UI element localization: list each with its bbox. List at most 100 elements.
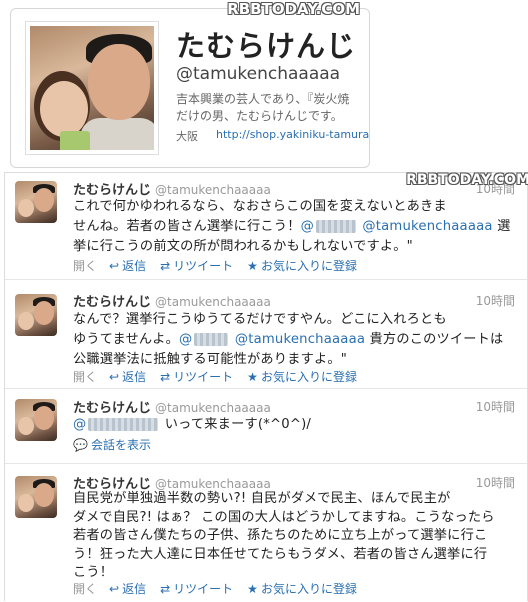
tweet-text-line: 自民党が単独過半数の勢い?! 自民がダメで民主、ほんで民主が xyxy=(73,491,451,506)
mention-prefix: @ xyxy=(300,219,314,234)
avatar[interactable] xyxy=(15,181,57,223)
reply-icon: ↩ xyxy=(109,581,120,596)
tweet-text: なんで？選挙行こうゆうてるだけですやん。どこに入れろとも ゆうてませんよ。@ @… xyxy=(73,310,518,370)
tweet-timestamp[interactable]: 10時間 xyxy=(476,474,515,491)
tweet-item[interactable]: たむらけんじ @tamukenchaaaaa 10時間 自民党が単独過半数の勢い?… xyxy=(5,464,527,602)
favorite-button[interactable]: ★ お気に入りに登録 xyxy=(247,368,357,385)
expand-link[interactable]: 開く xyxy=(73,257,97,274)
tweet-text-line: ダメで自民?! はぁ？ この国の大人はどうかしてますね。こうなったら xyxy=(73,509,495,525)
profile-card: たむらけんじ @tamukenchaaaaa 吉本興業の芸人であり、『炭火焼 だ… xyxy=(10,8,370,168)
mention-link[interactable]: @tamukenchaaaaa xyxy=(362,219,492,234)
view-conversation-button[interactable]: 💬 会話を表示 xyxy=(73,436,151,453)
tweet-text-line: 公職選挙法に抵触する可能性がありますよ。" xyxy=(73,352,348,367)
tweet-text-line: これで何かゆわれるなら、なおさらこの国を変えないとあきま xyxy=(73,199,447,214)
tweet-timestamp[interactable]: 10時間 xyxy=(476,292,515,309)
tweet-author-name[interactable]: たむらけんじ xyxy=(73,183,151,198)
retweet-button[interactable]: ⇄ リツイート xyxy=(160,368,233,385)
tweet-text-line: なんで？選挙行こうゆうてるだけですやん。どこに入れろとも xyxy=(73,312,447,327)
avatar[interactable] xyxy=(15,399,57,441)
tweet-item[interactable]: たむらけんじ @tamukenchaaaaa 10時間 @ いって来まーす(*^0… xyxy=(5,389,527,464)
star-icon: ★ xyxy=(247,369,258,384)
tweet-header: たむらけんじ @tamukenchaaaaa xyxy=(73,179,271,198)
profile-handle: @tamukenchaaaaa xyxy=(176,64,341,84)
retweet-label: リツイート xyxy=(173,582,234,596)
retweet-icon: ⇄ xyxy=(160,258,171,273)
redacted-handle xyxy=(315,219,356,233)
tweet-actions: 開く ↩ 返信 ⇄ リツイート ★ お気に入りに登録 xyxy=(73,368,371,385)
mention-link[interactable]: @ xyxy=(73,417,160,432)
tweet-text-segment: せんね。若者の皆さん選挙に行こう！ xyxy=(73,219,301,234)
reply-icon: ↩ xyxy=(109,369,120,384)
tweet-author-handle[interactable]: @tamukenchaaaaa xyxy=(155,401,271,415)
tweet-text-line: @ いって来まーす(*^0^)/ xyxy=(73,415,518,435)
speech-bubble-icon: 💬 xyxy=(73,437,88,452)
favorite-label: お気に入りに登録 xyxy=(260,259,357,273)
tweet-text-segment: 貴方のこのツイートは xyxy=(369,332,504,347)
reply-icon: ↩ xyxy=(109,258,120,273)
tweet-timeline: たむらけんじ @tamukenchaaaaa 10時間 これで何かゆわれるなら、な… xyxy=(4,172,528,601)
tweet-item[interactable]: たむらけんじ @tamukenchaaaaa 10時間 これで何かゆわれるなら、な… xyxy=(5,173,527,280)
expand-link[interactable]: 開く xyxy=(73,580,97,597)
tweet-text-line: せんね。若者の皆さん選挙に行こう！@ @tamukenchaaaaa 選 xyxy=(73,217,518,237)
reply-label: 返信 xyxy=(122,370,147,384)
tweet-header: たむらけんじ @tamukenchaaaaa xyxy=(73,291,271,310)
reply-label: 返信 xyxy=(122,259,147,273)
retweet-button[interactable]: ⇄ リツイート xyxy=(160,257,233,274)
profile-bio-line: だけの男、たむらけんじです。 xyxy=(176,109,343,123)
watermark: RBBTODAY.COM xyxy=(227,0,360,18)
star-icon: ★ xyxy=(247,581,258,596)
tweet-author-name[interactable]: たむらけんじ xyxy=(73,401,151,416)
mention-link[interactable]: @tamukenchaaaaa xyxy=(235,332,365,347)
profile-bio: 吉本興業の芸人であり、『炭火焼 だけの男、たむらけんじです。 xyxy=(176,91,369,125)
tweet-text-line: 挙に行こうの前文の所が問われるかもしれないですよ。" xyxy=(73,239,413,254)
favorite-button[interactable]: ★ お気に入りに登録 xyxy=(247,580,357,597)
profile-url-link[interactable]: http://shop.yakiniku-tamura.co xyxy=(216,128,369,141)
retweet-icon: ⇄ xyxy=(160,581,171,596)
tweet-actions: 💬 会話を表示 xyxy=(73,436,165,453)
profile-avatar[interactable] xyxy=(26,22,158,154)
tweet-text-segment: ゆうてませんよ。 xyxy=(73,332,180,347)
favorite-label: お気に入りに登録 xyxy=(260,370,357,384)
mention-prefix: @ xyxy=(73,417,87,432)
tweet-text: 自民党が単独過半数の勢い?! 自民がダメで民主、ほんで民主が ダメで自民?! は… xyxy=(73,490,518,583)
profile-bio-line: 吉本興業の芸人であり、『炭火焼 xyxy=(176,92,350,106)
tweet-header: たむらけんじ @tamukenchaaaaa xyxy=(73,397,271,416)
expand-link[interactable]: 開く xyxy=(73,368,97,385)
avatar[interactable] xyxy=(15,294,57,336)
tweet-actions: 開く ↩ 返信 ⇄ リツイート ★ お気に入りに登録 xyxy=(73,257,371,274)
tweet-author-handle[interactable]: @tamukenchaaaaa xyxy=(155,477,271,491)
tweet-text-line: ゆうてませんよ。@ @tamukenchaaaaa 貴方のこのツイートは xyxy=(73,330,518,350)
profile-location: 大阪 xyxy=(176,130,198,143)
favorite-button[interactable]: ★ お気に入りに登録 xyxy=(247,257,357,274)
reply-label: 返信 xyxy=(122,582,147,596)
view-conversation-label: 会話を表示 xyxy=(90,438,151,452)
reply-button[interactable]: ↩ 返信 xyxy=(109,257,146,274)
retweet-label: リツイート xyxy=(173,259,234,273)
tweet-item[interactable]: たむらけんじ @tamukenchaaaaa 10時間 なんで？選挙行こうゆうてる… xyxy=(5,280,527,389)
tweet-text: これで何かゆわれるなら、なおさらこの国を変えないとあきま せんね。若者の皆さん選… xyxy=(73,197,518,257)
mention-prefix: @ xyxy=(179,332,193,347)
tweet-text-segment: いって来まーす(*^0^)/ xyxy=(164,417,312,432)
favorite-label: お気に入りに登録 xyxy=(260,582,357,596)
retweet-label: リツイート xyxy=(173,370,234,384)
star-icon: ★ xyxy=(247,258,258,273)
reply-button[interactable]: ↩ 返信 xyxy=(109,368,146,385)
tweet-text-segment: 選 xyxy=(497,219,511,234)
retweet-icon: ⇄ xyxy=(160,369,171,384)
tweet-actions: 開く ↩ 返信 ⇄ リツイート ★ お気に入りに登録 xyxy=(73,580,371,597)
tweet-text-line: う！狂った大人達に日本任せてたらもうダメ、若者の皆さん選挙に行 xyxy=(73,546,488,562)
tweet-timestamp[interactable]: 10時間 xyxy=(476,398,515,415)
tweet-text: @ いって来まーす(*^0^)/ xyxy=(73,415,518,435)
reply-button[interactable]: ↩ 返信 xyxy=(109,580,146,597)
redacted-handle xyxy=(88,417,159,431)
mention-link[interactable]: @ xyxy=(179,332,230,347)
profile-name: たむらけんじ xyxy=(176,29,357,63)
retweet-button[interactable]: ⇄ リツイート xyxy=(160,580,233,597)
tweet-author-name[interactable]: たむらけんじ xyxy=(73,295,151,310)
avatar[interactable] xyxy=(15,476,57,518)
tweet-text-line: 若者の皆さん僕たちの子供、孫たちのために立ち上がって選挙に行こ xyxy=(73,528,488,544)
tweet-author-handle[interactable]: @tamukenchaaaaa xyxy=(155,295,271,309)
watermark: RBBTODAY.COM xyxy=(406,172,528,188)
tweet-author-handle[interactable]: @tamukenchaaaaa xyxy=(155,183,271,197)
mention-link[interactable]: @ xyxy=(301,219,358,234)
